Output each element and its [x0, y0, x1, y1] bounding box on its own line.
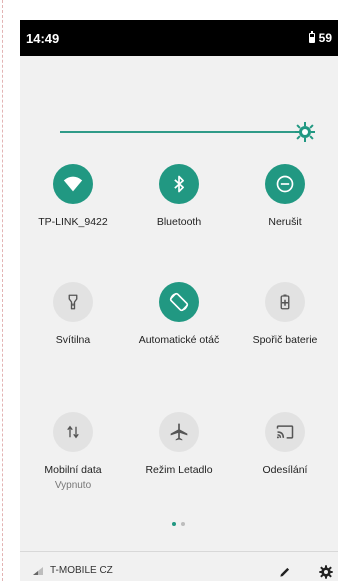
brightness-slider[interactable] — [60, 122, 315, 142]
tile-label: Mobilní data — [44, 464, 102, 476]
page-dot[interactable] — [181, 522, 185, 526]
tile-dnd-button[interactable] — [265, 164, 305, 204]
do-not-disturb-icon — [276, 175, 294, 193]
tile-bluetooth[interactable]: Bluetooth — [126, 164, 232, 228]
brightness-track — [60, 131, 300, 133]
flashlight-icon — [68, 294, 78, 310]
tile-label: Režim Letadlo — [145, 464, 213, 476]
bluetooth-icon — [174, 175, 184, 193]
tile-mobile-data[interactable]: Mobilní data Vypnuto — [20, 412, 126, 491]
bottom-bar: T-MOBILE CZ — [20, 551, 338, 581]
battery-percent: 59 — [318, 31, 332, 45]
wifi-icon — [63, 176, 83, 192]
tile-label: Spořič baterie — [252, 334, 318, 346]
auto-rotate-icon — [169, 292, 189, 312]
carrier-name: T-MOBILE CZ — [50, 565, 113, 576]
tile-airplane[interactable]: Režim Letadlo — [126, 412, 232, 476]
tile-label: TP-LINK_9422 — [38, 216, 108, 228]
tile-rotate-button[interactable] — [159, 282, 199, 322]
settings-icon[interactable] — [318, 564, 334, 580]
tile-wifi[interactable]: TP-LINK_9422 — [20, 164, 126, 228]
status-right: 59 — [308, 31, 332, 45]
tile-cast[interactable]: Odesílání — [232, 412, 338, 476]
battery-icon — [308, 31, 315, 43]
edit-icon[interactable] — [278, 565, 292, 579]
cast-icon — [276, 425, 294, 439]
tile-auto-rotate[interactable]: Automatické otáč — [126, 282, 232, 346]
tile-label: Bluetooth — [156, 216, 202, 228]
tile-do-not-disturb[interactable]: Nerušit — [232, 164, 338, 228]
tile-wifi-button[interactable] — [53, 164, 93, 204]
tile-flashlight-button[interactable] — [53, 282, 93, 322]
carrier: T-MOBILE CZ — [32, 565, 113, 576]
tile-bluetooth-button[interactable] — [159, 164, 199, 204]
tile-flashlight[interactable]: Svítilna — [20, 282, 126, 346]
tile-battery-saver[interactable]: Spořič baterie — [232, 282, 338, 346]
page-edge — [2, 0, 3, 581]
page-dot-active[interactable] — [172, 522, 176, 526]
tile-label: Svítilna — [55, 334, 91, 346]
brightness-thumb-icon[interactable] — [294, 121, 316, 143]
airplane-icon — [170, 423, 188, 441]
tile-label: Automatické otáč — [138, 334, 220, 346]
tile-cast-button[interactable] — [265, 412, 305, 452]
page-indicator — [172, 522, 185, 526]
mobile-data-icon — [67, 425, 79, 439]
tile-sublabel: Vypnuto — [54, 480, 92, 491]
phone-screen: 14:49 59 TP-LINK_9422 Bluetooth Nerušit … — [20, 20, 338, 581]
tile-mobile-data-button[interactable] — [53, 412, 93, 452]
divider — [20, 551, 338, 552]
quick-settings-panel: TP-LINK_9422 Bluetooth Nerušit Svítilna … — [20, 56, 338, 581]
status-time: 14:49 — [26, 30, 60, 46]
tile-label: Odesílání — [262, 464, 308, 476]
signal-icon — [33, 566, 43, 575]
tile-label: Nerušit — [268, 216, 302, 228]
status-bar: 14:49 59 — [20, 20, 338, 56]
tile-battery-saver-button[interactable] — [265, 282, 305, 322]
battery-saver-icon — [280, 294, 290, 310]
tile-airplane-button[interactable] — [159, 412, 199, 452]
